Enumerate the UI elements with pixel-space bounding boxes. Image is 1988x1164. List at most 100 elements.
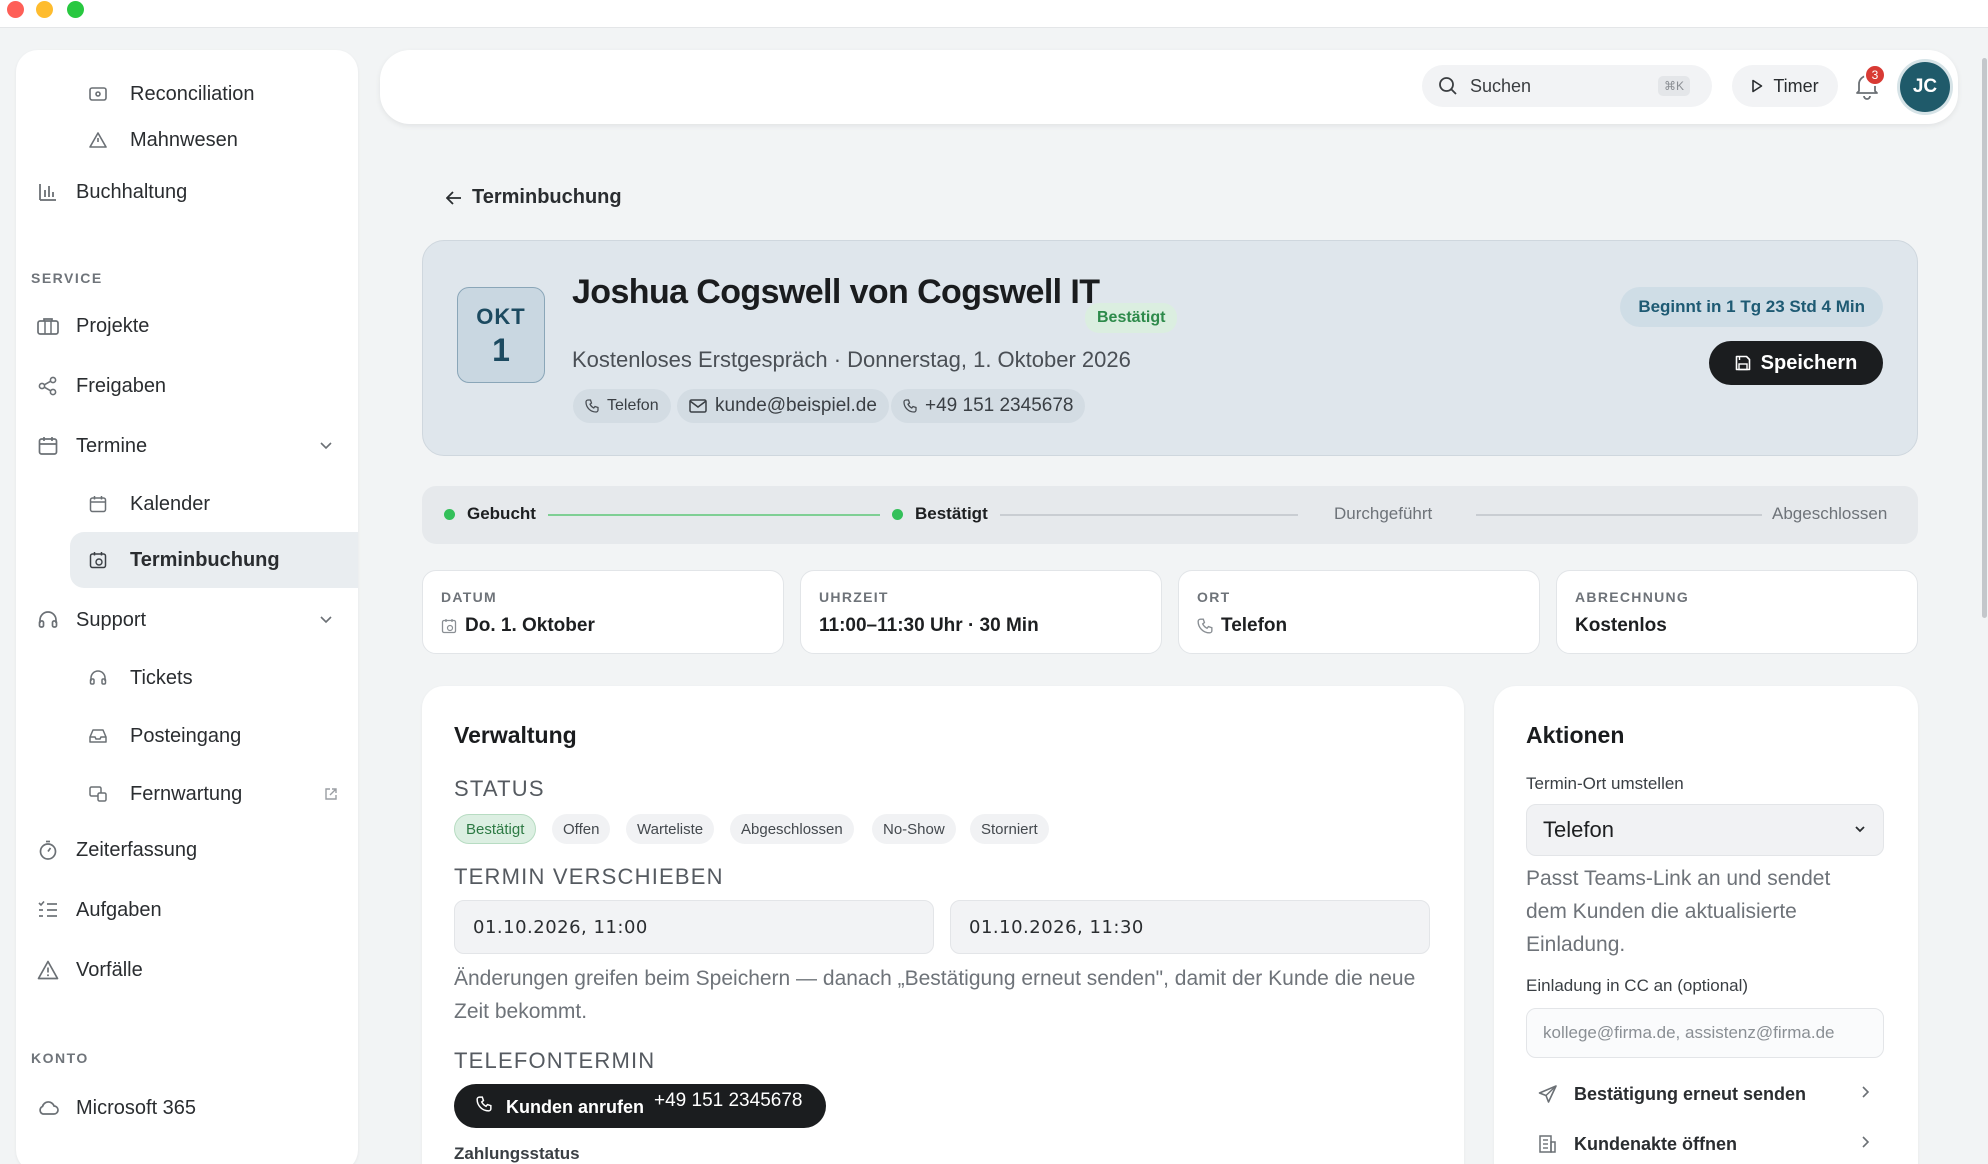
channel-chip-label: Telefon [607,397,659,414]
open-customer-file-button[interactable]: Kundenakte öffnen [1526,1122,1884,1164]
progress-step-label: Durchgeführt [1334,504,1433,523]
action-label: Bestätigung erneut senden [1574,1083,1807,1104]
inbox-icon [86,722,110,750]
sidebar-item-label: Tickets [130,666,193,689]
sidebar-item-support[interactable]: Support [16,592,358,648]
reschedule-heading: TERMIN VERSCHIEBEN [454,864,724,889]
status-option-bestaetigt[interactable]: Bestätigt [454,814,537,844]
phone-icon [1197,618,1213,634]
sidebar-item-buchhaltung[interactable]: Buchhaltung [16,164,358,220]
chevron-down-icon[interactable] [320,442,332,450]
stat-card-abrechnung: ABRECHNUNG Kostenlos [1556,570,1918,654]
sidebar-item-microsoft-365[interactable]: Microsoft 365 [16,1080,358,1136]
sidebar-section-konto: KONTO [31,1050,89,1066]
maximize-window-button[interactable] [67,1,84,18]
sidebar-item-fernwartung[interactable]: Fernwartung [16,766,358,822]
status-option-warteliste[interactable]: Warteliste [626,814,715,844]
progress-connector [548,514,880,516]
reschedule-hint: Änderungen greifen beim Speichern — dana… [454,967,1416,1023]
sidebar-item-posteingang[interactable]: Posteingang [16,708,358,764]
panel-title: Aktionen [1526,722,1625,748]
call-customer-button[interactable]: Kunden anrufen · +49 151 2345678 [454,1084,826,1128]
sidebar-item-aufgaben[interactable]: Aufgaben [16,882,358,938]
sidebar-item-label: Terminbuchung [130,548,280,571]
share-icon [34,372,62,400]
progress-step-bestaetigt: Bestätigt [892,504,988,524]
status-heading: STATUS [454,776,545,801]
sidebar-item-termine[interactable]: Termine [16,418,358,474]
end-datetime-input[interactable]: 01.10.2026, 11:30 [950,900,1430,954]
countdown-badge: Beginnt in 1 Tg 23 Std 4 Min [1620,287,1883,327]
back-link[interactable]: Terminbuchung [446,186,622,209]
status-option-storniert[interactable]: Storniert [970,814,1049,844]
timer-button[interactable]: Timer [1732,65,1838,107]
save-button-label: Speichern [1760,351,1858,374]
save-button[interactable]: Speichern [1709,341,1883,385]
search-placeholder: Suchen [1470,75,1532,96]
list-icon [34,896,62,924]
email-chip[interactable]: kunde@beispiel.de [677,389,889,423]
remote-icon [86,780,110,808]
notification-badge: 3 [1864,64,1886,86]
panel-title: Verwaltung [454,722,577,748]
resend-confirmation-button[interactable]: Bestätigung erneut senden [1526,1072,1884,1116]
cc-email-input[interactable]: kollege@firma.de, assistenz@firma.de [1526,1008,1884,1058]
status-option-offen[interactable]: Offen [552,814,611,844]
close-window-button[interactable] [7,1,24,18]
chevron-down-icon[interactable] [320,616,332,624]
stat-value: Do. 1. Oktober [441,615,595,637]
chevron-down-icon [1853,819,1867,839]
briefcase-icon [34,312,62,340]
location-label: Termin-Ort umstellen [1526,774,1684,793]
sidebar-item-kalender[interactable]: Kalender [16,476,358,532]
location-select[interactable]: Telefon [1526,804,1884,856]
minimize-window-button[interactable] [36,1,53,18]
sidebar-item-zeiterfassung[interactable]: Zeiterfassung [16,822,358,878]
top-bar: Suchen ⌘K Timer 3 JC [380,50,1958,124]
start-datetime-input[interactable]: 01.10.2026, 11:00 [454,900,934,954]
status-option-abgeschlossen[interactable]: Abgeschlossen [730,814,854,844]
sidebar-item-freigaben[interactable]: Freigaben [16,358,358,414]
stat-card-ort: ORT Telefon [1178,570,1540,654]
sidebar-item-mahnwesen[interactable]: Mahnwesen [16,112,358,168]
aktionen-panel: Aktionen Termin-Ort umstellen Telefon Pa… [1494,686,1918,1164]
phone-chip[interactable]: +49 151 2345678 [891,389,1086,423]
date-tile: OKT 1 [457,287,545,383]
headset-icon [86,664,110,692]
channel-chip: Telefon [573,389,671,423]
step-done-dot [444,508,455,520]
progress-connector [1476,514,1762,516]
page-scrollbar[interactable] [1982,58,1987,618]
page-title: Joshua Cogswell von Cogswell IT [572,273,1100,311]
stat-card-uhrzeit: UHRZEIT 11:00–11:30 Uhr · 30 Min [800,570,1162,654]
stat-card-datum: DATUM Do. 1. Oktober [422,570,784,654]
search-icon [1438,76,1458,96]
sidebar-item-label: Reconciliation [130,82,255,105]
sidebar-item-vorfaelle[interactable]: Vorfälle [16,942,358,998]
arrow-left-icon [446,190,462,205]
date-tile-month: OKT [476,304,526,329]
sidebar-item-label: Posteingang [130,724,242,747]
sidebar-item-tickets[interactable]: Tickets [16,650,358,706]
status-option-no-show[interactable]: No-Show [872,814,956,844]
status-badge: Bestätigt [1085,303,1178,333]
stat-label: UHRZEIT [819,589,889,605]
play-icon [1751,79,1763,93]
sidebar-item-label: Fernwartung [130,782,243,805]
search-input[interactable]: Suchen ⌘K [1422,65,1712,107]
sidebar-item-projekte[interactable]: Projekte [16,298,358,354]
sidebar-item-terminbuchung[interactable]: Terminbuchung [70,532,358,588]
stat-value: Kostenlos [1575,615,1667,636]
send-icon [1538,1084,1562,1104]
phone-icon [585,399,599,413]
warning-icon [34,956,62,984]
sidebar-item-label: Aufgaben [76,898,162,921]
avatar[interactable]: JC [1900,62,1950,112]
progress-step-abgeschlossen: Abgeschlossen [1772,504,1887,524]
progress-step-gebucht: Gebucht [444,504,536,524]
sidebar-item-label: Mahnwesen [130,128,238,151]
stopwatch-icon [34,836,62,864]
stat-value-text: Telefon [1221,615,1288,636]
phone-chip-label: +49 151 2345678 [925,395,1074,416]
stat-value: Telefon [1197,615,1287,637]
